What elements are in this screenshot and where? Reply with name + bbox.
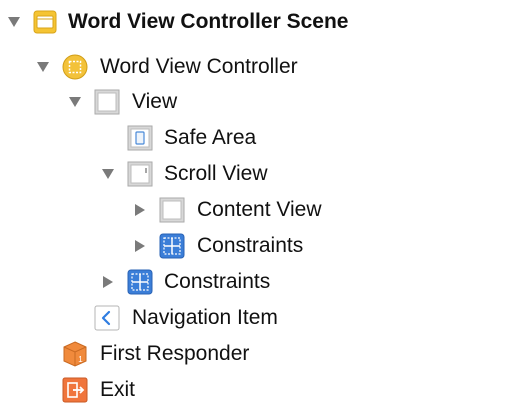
document-outline: Word View Controller Scene Word View Con… <box>0 0 520 415</box>
constraints-icon <box>159 233 185 259</box>
svg-text:1: 1 <box>78 355 83 364</box>
safe-area-icon <box>127 125 153 151</box>
constraints-label: Constraints <box>197 234 304 257</box>
disclosure-expanded-icon[interactable] <box>7 15 21 29</box>
exit-label: Exit <box>100 378 136 401</box>
navigation-item-label: Navigation Item <box>132 306 278 329</box>
first-responder-label: First Responder <box>100 342 250 365</box>
disclosure-expanded-icon[interactable] <box>101 167 115 181</box>
scene-title: Word View Controller Scene <box>68 10 349 33</box>
scroll-view-icon <box>127 161 153 187</box>
constraints-label: Constraints <box>164 270 271 293</box>
disclosure-collapsed-icon[interactable] <box>101 275 115 289</box>
scroll-view-label: Scroll View <box>164 162 268 185</box>
constraints-icon <box>127 269 153 295</box>
disclosure-collapsed-icon[interactable] <box>133 203 147 217</box>
view-label: View <box>132 90 178 113</box>
view-controller-icon <box>62 54 88 80</box>
view-controller-label: Word View Controller <box>100 55 298 78</box>
disclosure-expanded-icon[interactable] <box>36 60 50 74</box>
disclosure-expanded-icon[interactable] <box>68 95 82 109</box>
exit-icon <box>62 377 88 403</box>
content-view-label: Content View <box>197 198 322 221</box>
safe-area-label: Safe Area <box>164 126 257 149</box>
navigation-item-icon <box>94 305 120 331</box>
disclosure-collapsed-icon[interactable] <box>133 239 147 253</box>
view-icon <box>94 89 120 115</box>
storyboard-scene-icon <box>32 9 58 35</box>
view-icon <box>159 197 185 223</box>
first-responder-icon: 1 <box>62 341 88 367</box>
